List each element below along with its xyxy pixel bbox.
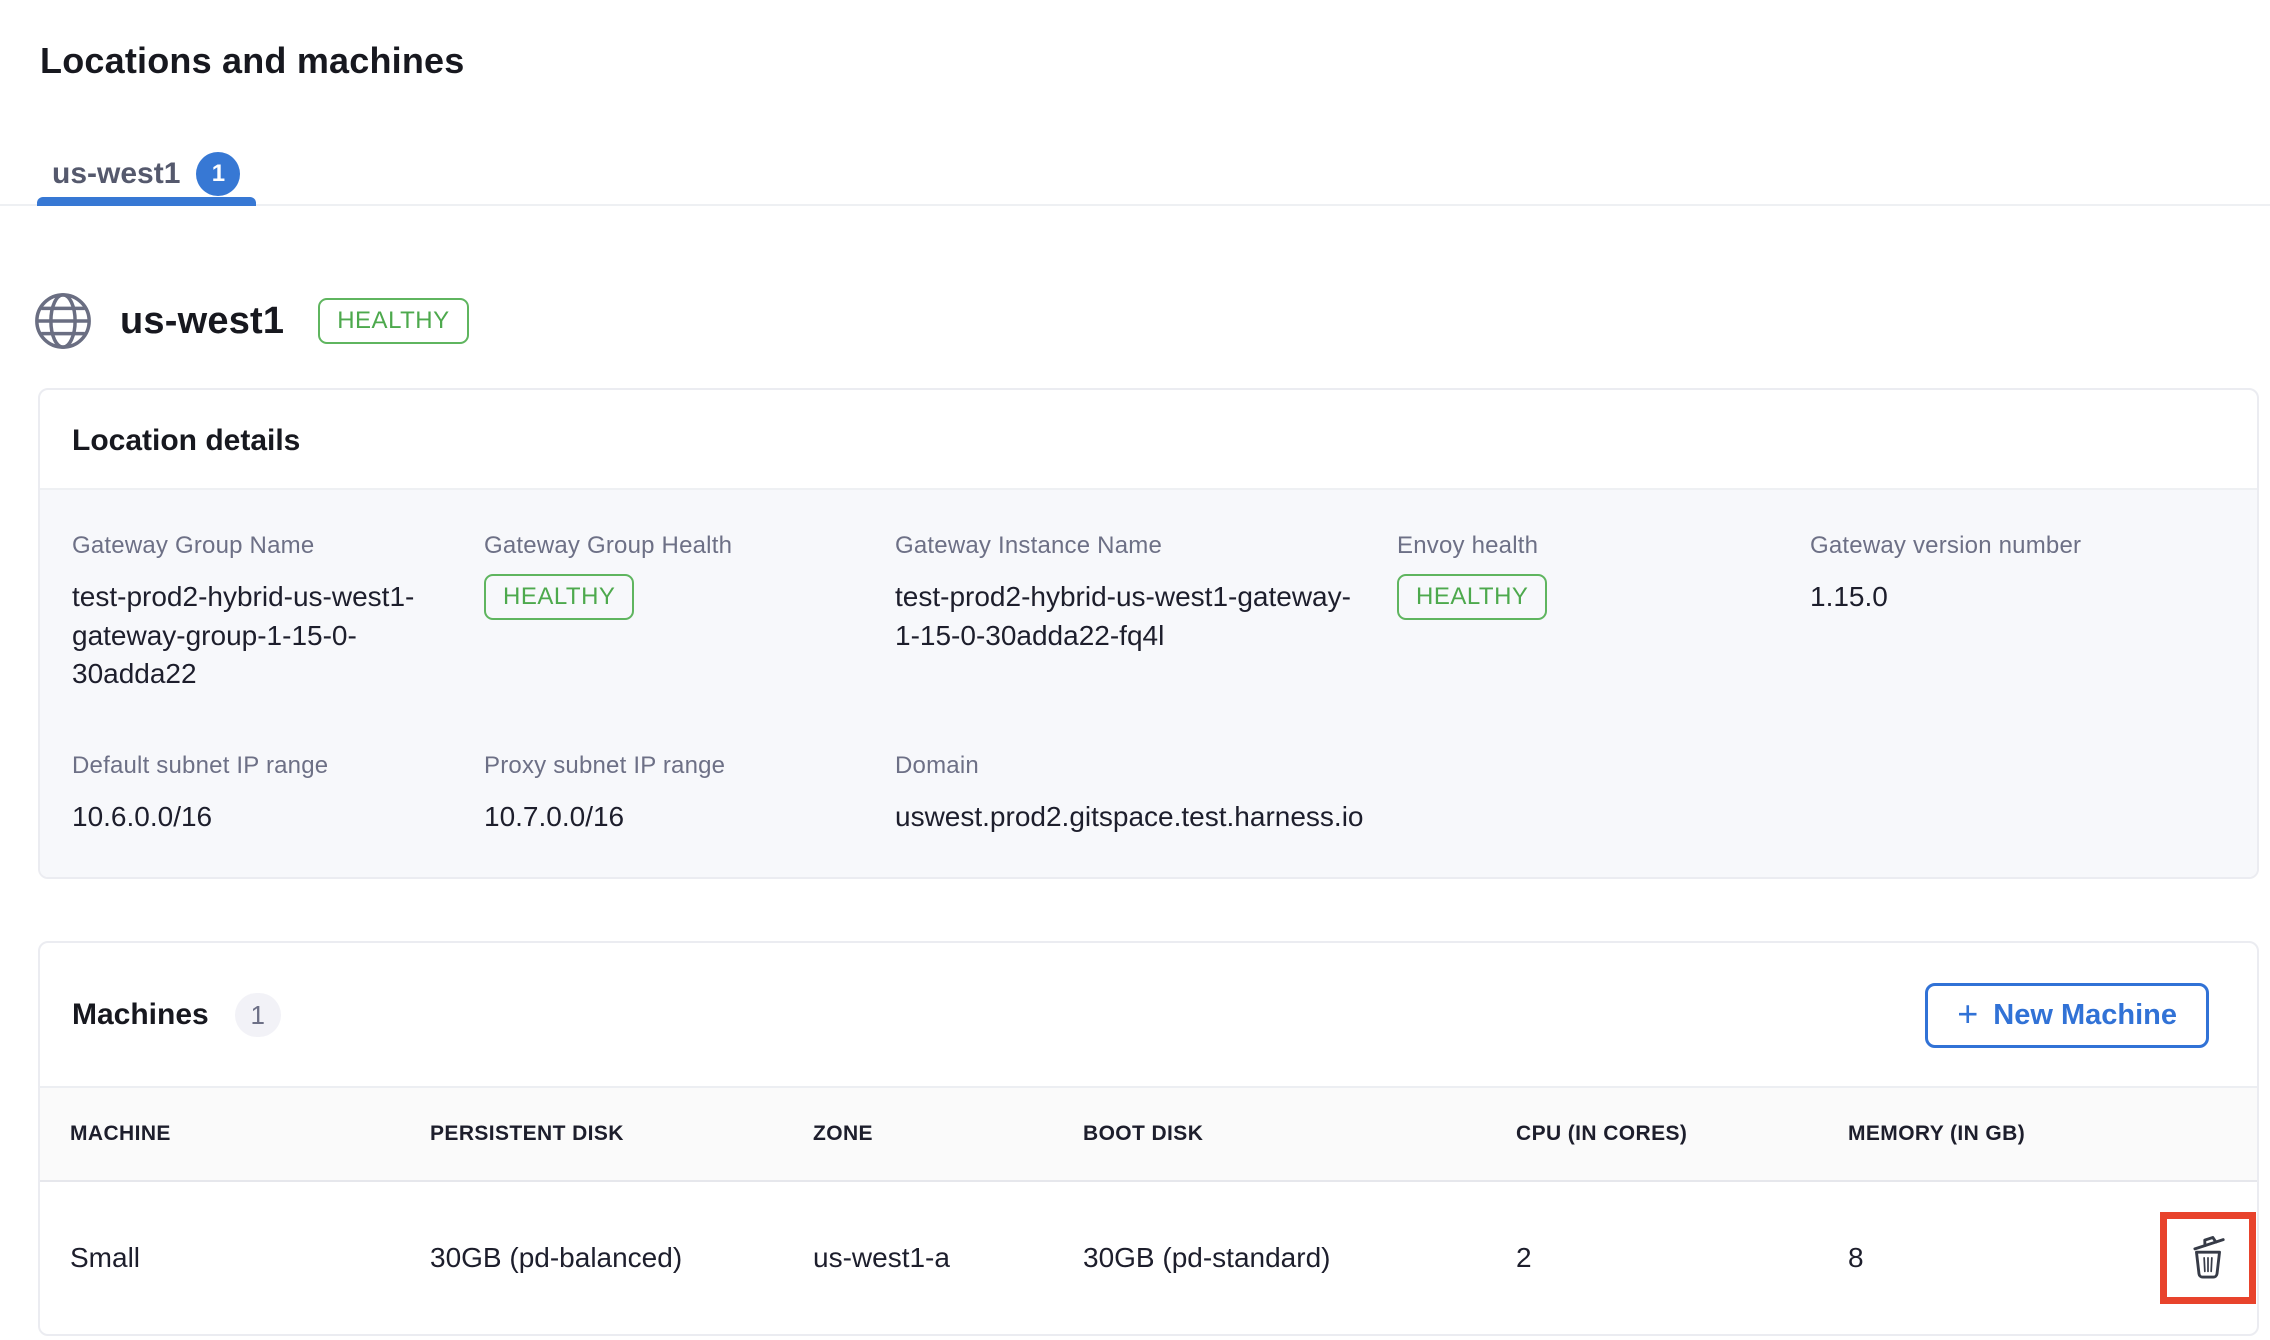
cell-zone: us-west1-a (813, 1181, 1083, 1334)
field-value: test-prod2-hybrid-us-west1-gateway-1-15-… (895, 578, 1355, 655)
location-details-title: Location details (40, 390, 2257, 488)
field-gateway-group-health: Gateway Group Health HEALTHY (484, 532, 895, 694)
field-default-subnet: Default subnet IP range 10.6.0.0/16 (72, 752, 484, 837)
field-value: 1.15.0 (1810, 578, 2183, 617)
gateway-group-health-badge: HEALTHY (484, 574, 634, 620)
field-label: Gateway Instance Name (895, 532, 1355, 560)
field-value: 10.6.0.0/16 (72, 798, 442, 837)
cell-boot-disk: 30GB (pd-standard) (1083, 1181, 1516, 1334)
location-header: us-west1 HEALTHY (32, 290, 2270, 352)
column-header-zone: ZONE (813, 1087, 1083, 1181)
new-machine-button[interactable]: + New Machine (1925, 983, 2209, 1048)
field-value: 10.7.0.0/16 (484, 798, 853, 837)
delete-machine-highlight-box (2160, 1212, 2256, 1304)
cell-machine: Small (40, 1181, 430, 1334)
locations-and-machines-page: Locations and machines us-west1 1 us-wes… (0, 40, 2270, 1336)
field-value: uswest.prod2.gitspace.test.harness.io (895, 798, 1355, 837)
cell-cpu: 2 (1516, 1181, 1848, 1334)
location-status-badge: HEALTHY (318, 298, 468, 344)
location-details-card: Location details Gateway Group Name test… (38, 388, 2259, 879)
field-gateway-version: Gateway version number 1.15.0 (1810, 532, 2225, 694)
machines-title: Machines (72, 998, 209, 1032)
field-gateway-group-name: Gateway Group Name test-prod2-hybrid-us-… (72, 532, 484, 694)
column-header-boot-disk: BOOT DISK (1083, 1087, 1516, 1181)
column-header-actions (2160, 1087, 2257, 1181)
column-header-memory: MEMORY (IN GB) (1848, 1087, 2160, 1181)
location-name: us-west1 (120, 300, 284, 343)
field-label: Gateway version number (1810, 532, 2183, 560)
tab-label: us-west1 (52, 157, 180, 191)
field-label: Envoy health (1397, 532, 1768, 560)
field-label: Proxy subnet IP range (484, 752, 853, 780)
machines-header: Machines 1 + New Machine (40, 943, 2257, 1086)
location-tabs: us-west1 1 (0, 144, 2270, 206)
field-domain: Domain uswest.prod2.gitspace.test.harnes… (895, 752, 1397, 837)
table-row: Small 30GB (pd-balanced) us-west1-a 30GB… (40, 1181, 2257, 1334)
field-label: Gateway Group Name (72, 532, 442, 560)
column-header-machine: MACHINE (40, 1087, 430, 1181)
field-proxy-subnet: Proxy subnet IP range 10.7.0.0/16 (484, 752, 895, 837)
delete-machine-button[interactable] (2180, 1226, 2236, 1289)
field-gateway-instance-name: Gateway Instance Name test-prod2-hybrid-… (895, 532, 1397, 694)
column-header-cpu: CPU (IN CORES) (1516, 1087, 1848, 1181)
active-tab-indicator (37, 197, 256, 206)
tab-us-west1[interactable]: us-west1 1 (52, 144, 240, 204)
trash-icon (2184, 1230, 2232, 1285)
field-value: test-prod2-hybrid-us-west1-gateway-group… (72, 578, 442, 694)
machines-table: MACHINE PERSISTENT DISK ZONE BOOT DISK C… (40, 1086, 2257, 1334)
globe-icon (32, 290, 94, 352)
field-label: Domain (895, 752, 1355, 780)
machines-table-header-row: MACHINE PERSISTENT DISK ZONE BOOT DISK C… (40, 1087, 2257, 1181)
location-details-body: Gateway Group Name test-prod2-hybrid-us-… (40, 488, 2257, 877)
machines-card: Machines 1 + New Machine MACHINE PERSIST… (38, 941, 2259, 1336)
plus-icon: + (1957, 996, 1978, 1032)
cell-actions (2160, 1181, 2257, 1334)
envoy-health-badge: HEALTHY (1397, 574, 1547, 620)
cell-memory: 8 (1848, 1181, 2160, 1334)
cell-persistent-disk: 30GB (pd-balanced) (430, 1181, 813, 1334)
field-label: Default subnet IP range (72, 752, 442, 780)
page-title: Locations and machines (40, 40, 2270, 82)
new-machine-button-label: New Machine (1993, 999, 2177, 1032)
field-envoy-health: Envoy health HEALTHY (1397, 532, 1810, 694)
machines-count-badge: 1 (235, 993, 281, 1037)
column-header-persistent-disk: PERSISTENT DISK (430, 1087, 813, 1181)
tab-count-badge: 1 (196, 152, 240, 196)
field-label: Gateway Group Health (484, 532, 853, 560)
